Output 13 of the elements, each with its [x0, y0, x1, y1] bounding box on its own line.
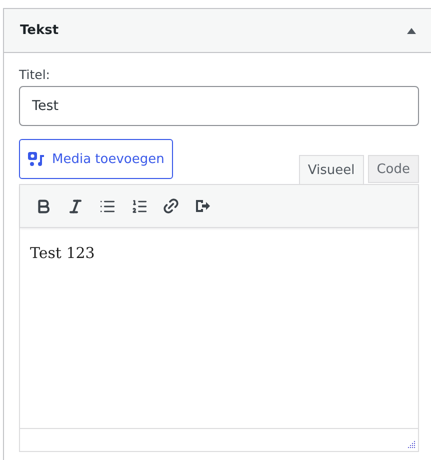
- editor-tab[interactable]: Code: [368, 155, 419, 183]
- field-label: Titel:: [19, 67, 51, 82]
- panel-title: Tekst: [20, 23, 59, 38]
- title-field[interactable]: Test: [19, 86, 419, 126]
- media-icon: [28, 151, 46, 167]
- editor-text: Test 123: [30, 244, 96, 262]
- editor-content[interactable]: Test 123: [20, 228, 418, 428]
- numbered-list-icon: [130, 198, 148, 214]
- italic-icon: [66, 198, 84, 214]
- triangle-icon: [406, 28, 416, 34]
- exit-icon: [195, 199, 211, 213]
- add-media-button[interactable]: Media toevoegen: [19, 139, 174, 179]
- editor-tab[interactable]: Visueel: [298, 155, 364, 184]
